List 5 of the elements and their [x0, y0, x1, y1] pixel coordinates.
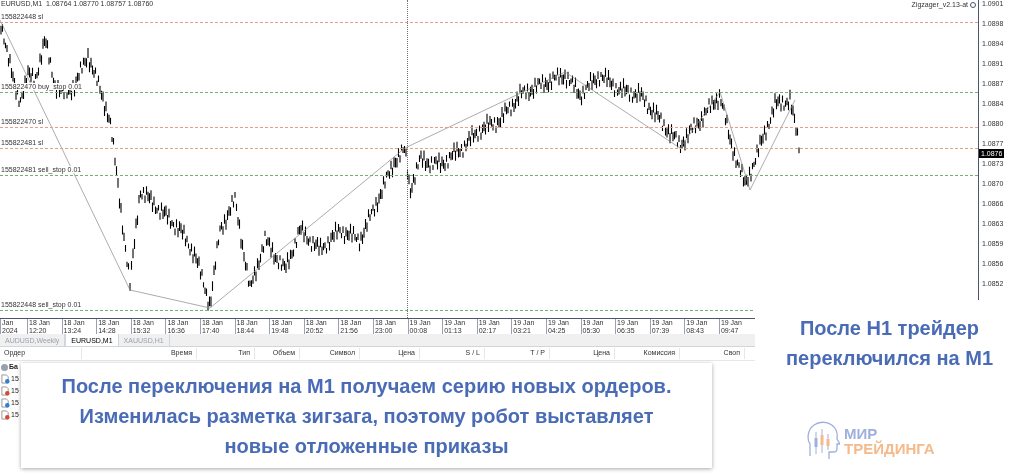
logo-text: ТРЕЙДИНГА	[844, 441, 935, 456]
head-logo-icon	[806, 420, 840, 462]
callout-text: После переключения на М1 получаем серию новых ордеров. Изменилась разметка зигзага, поэтому робот выставляет новые отложенные приказы	[61, 373, 672, 459]
callout-text: После Н1 трейдер переключился на М1	[784, 316, 995, 371]
logo-text: МИР	[844, 426, 878, 441]
